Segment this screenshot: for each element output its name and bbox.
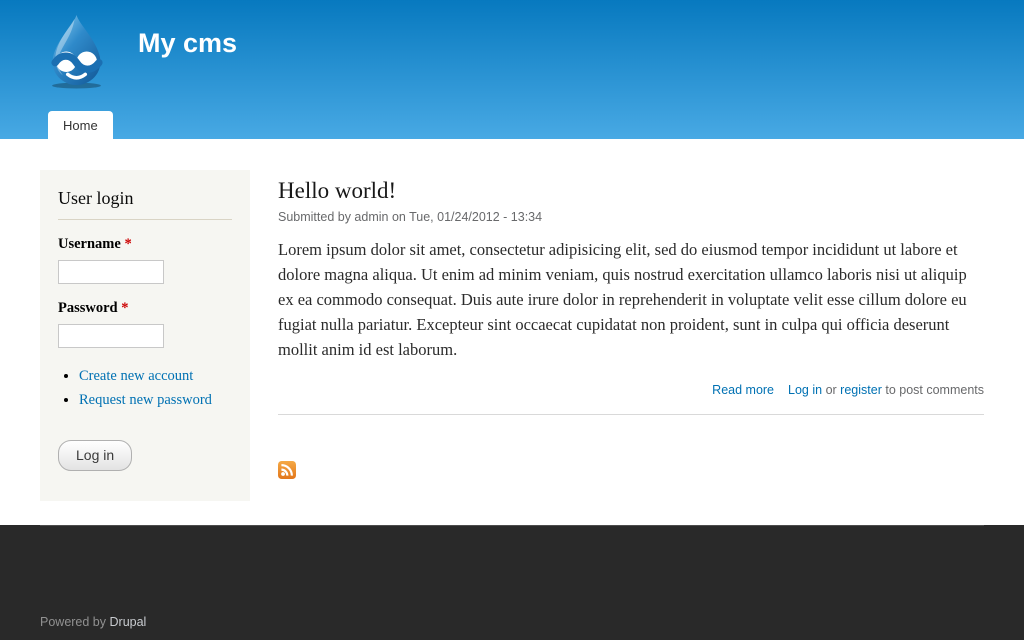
site-header: My cms Home (0, 0, 1024, 139)
username-label: Username * (58, 236, 232, 253)
main-menu: Home (48, 111, 113, 139)
user-login-title: User login (58, 188, 232, 220)
feed-icon-wrapper (278, 461, 984, 484)
drupal-drop-icon (45, 13, 108, 89)
footer-divider (40, 525, 984, 590)
rss-icon (278, 461, 296, 479)
username-label-text: Username (58, 236, 121, 252)
log-in-button[interactable]: Log in (58, 440, 132, 471)
log-in-link[interactable]: Log in (788, 383, 822, 397)
register-link[interactable]: register (840, 383, 882, 397)
page: My cms Home User login Username * Passwo… (0, 0, 1024, 640)
footer-text: Powered by Drupal (40, 590, 984, 629)
drupal-logo-icon[interactable] (45, 13, 108, 89)
username-form-item: Username * (58, 236, 232, 284)
site-footer: Powered by Drupal (0, 525, 1024, 640)
required-marker: * (121, 300, 128, 316)
password-label: Password * (58, 300, 232, 317)
article-hello-world: Hello world! Submitted by admin on Tue, … (278, 178, 984, 484)
required-marker: * (124, 236, 131, 252)
article-title[interactable]: Hello world! (278, 178, 984, 204)
password-label-text: Password (58, 300, 118, 316)
post-comments-text: to post comments (885, 383, 984, 397)
drupal-link[interactable]: Drupal (110, 615, 147, 629)
username-input[interactable] (58, 260, 164, 284)
main-content: Hello world! Submitted by admin on Tue, … (278, 139, 984, 484)
rss-feed-icon[interactable] (278, 461, 296, 484)
tab-home[interactable]: Home (48, 111, 113, 139)
list-item: Create new account (79, 368, 232, 385)
powered-by-text: Powered by (40, 615, 106, 629)
content-region: User login Username * Password * Create … (0, 139, 1024, 525)
user-login-block: User login Username * Password * Create … (58, 188, 232, 471)
request-new-password-link[interactable]: Request new password (79, 392, 212, 408)
article-body: Lorem ipsum dolor sit amet, consectetur … (278, 237, 984, 362)
read-more-link[interactable]: Read more (712, 383, 774, 397)
password-input[interactable] (58, 324, 164, 348)
site-name[interactable]: My cms (138, 28, 237, 59)
list-item: Request new password (79, 392, 232, 409)
article-submitted-line: Submitted by admin on Tue, 01/24/2012 - … (278, 210, 984, 224)
comment-links: Log in or register to post comments (788, 383, 984, 397)
user-login-links: Create new account Request new password (58, 368, 232, 409)
or-text: or (826, 383, 837, 397)
password-form-item: Password * (58, 300, 232, 348)
header-branding: My cms (0, 0, 1024, 89)
create-new-account-link[interactable]: Create new account (79, 368, 193, 384)
sidebar-first: User login Username * Password * Create … (40, 170, 250, 501)
article-links-row: Read more Log in or register to post comm… (278, 383, 984, 415)
